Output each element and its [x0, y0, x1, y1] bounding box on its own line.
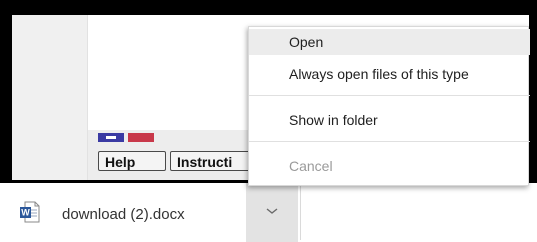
- download-context-menu: Open Always open files of this type Show…: [248, 26, 530, 186]
- menu-item-always-open[interactable]: Always open files of this type: [249, 61, 530, 87]
- page-sidebar: [12, 15, 88, 180]
- download-bar-separator: [300, 185, 301, 240]
- svg-text:W: W: [21, 208, 30, 218]
- menu-item-cancel[interactable]: Cancel: [249, 153, 530, 179]
- download-options-button[interactable]: [246, 183, 298, 242]
- word-document-icon: W: [20, 201, 40, 223]
- chevron-down-icon: [266, 208, 278, 214]
- help-button[interactable]: Help: [98, 151, 166, 171]
- download-file-name[interactable]: download (2).docx: [62, 206, 185, 223]
- menu-item-show-in-folder[interactable]: Show in folder: [249, 107, 530, 133]
- screen-frame-left: [0, 0, 12, 180]
- menu-item-open[interactable]: Open: [249, 29, 530, 55]
- language-flag-red[interactable]: [128, 133, 154, 142]
- screen-frame-right: [529, 0, 537, 182]
- instructions-button[interactable]: Instructi: [170, 151, 255, 171]
- menu-separator: [249, 95, 530, 96]
- language-flag-blue[interactable]: [98, 133, 124, 142]
- menu-separator: [249, 141, 530, 142]
- screen-frame-top: [0, 0, 537, 15]
